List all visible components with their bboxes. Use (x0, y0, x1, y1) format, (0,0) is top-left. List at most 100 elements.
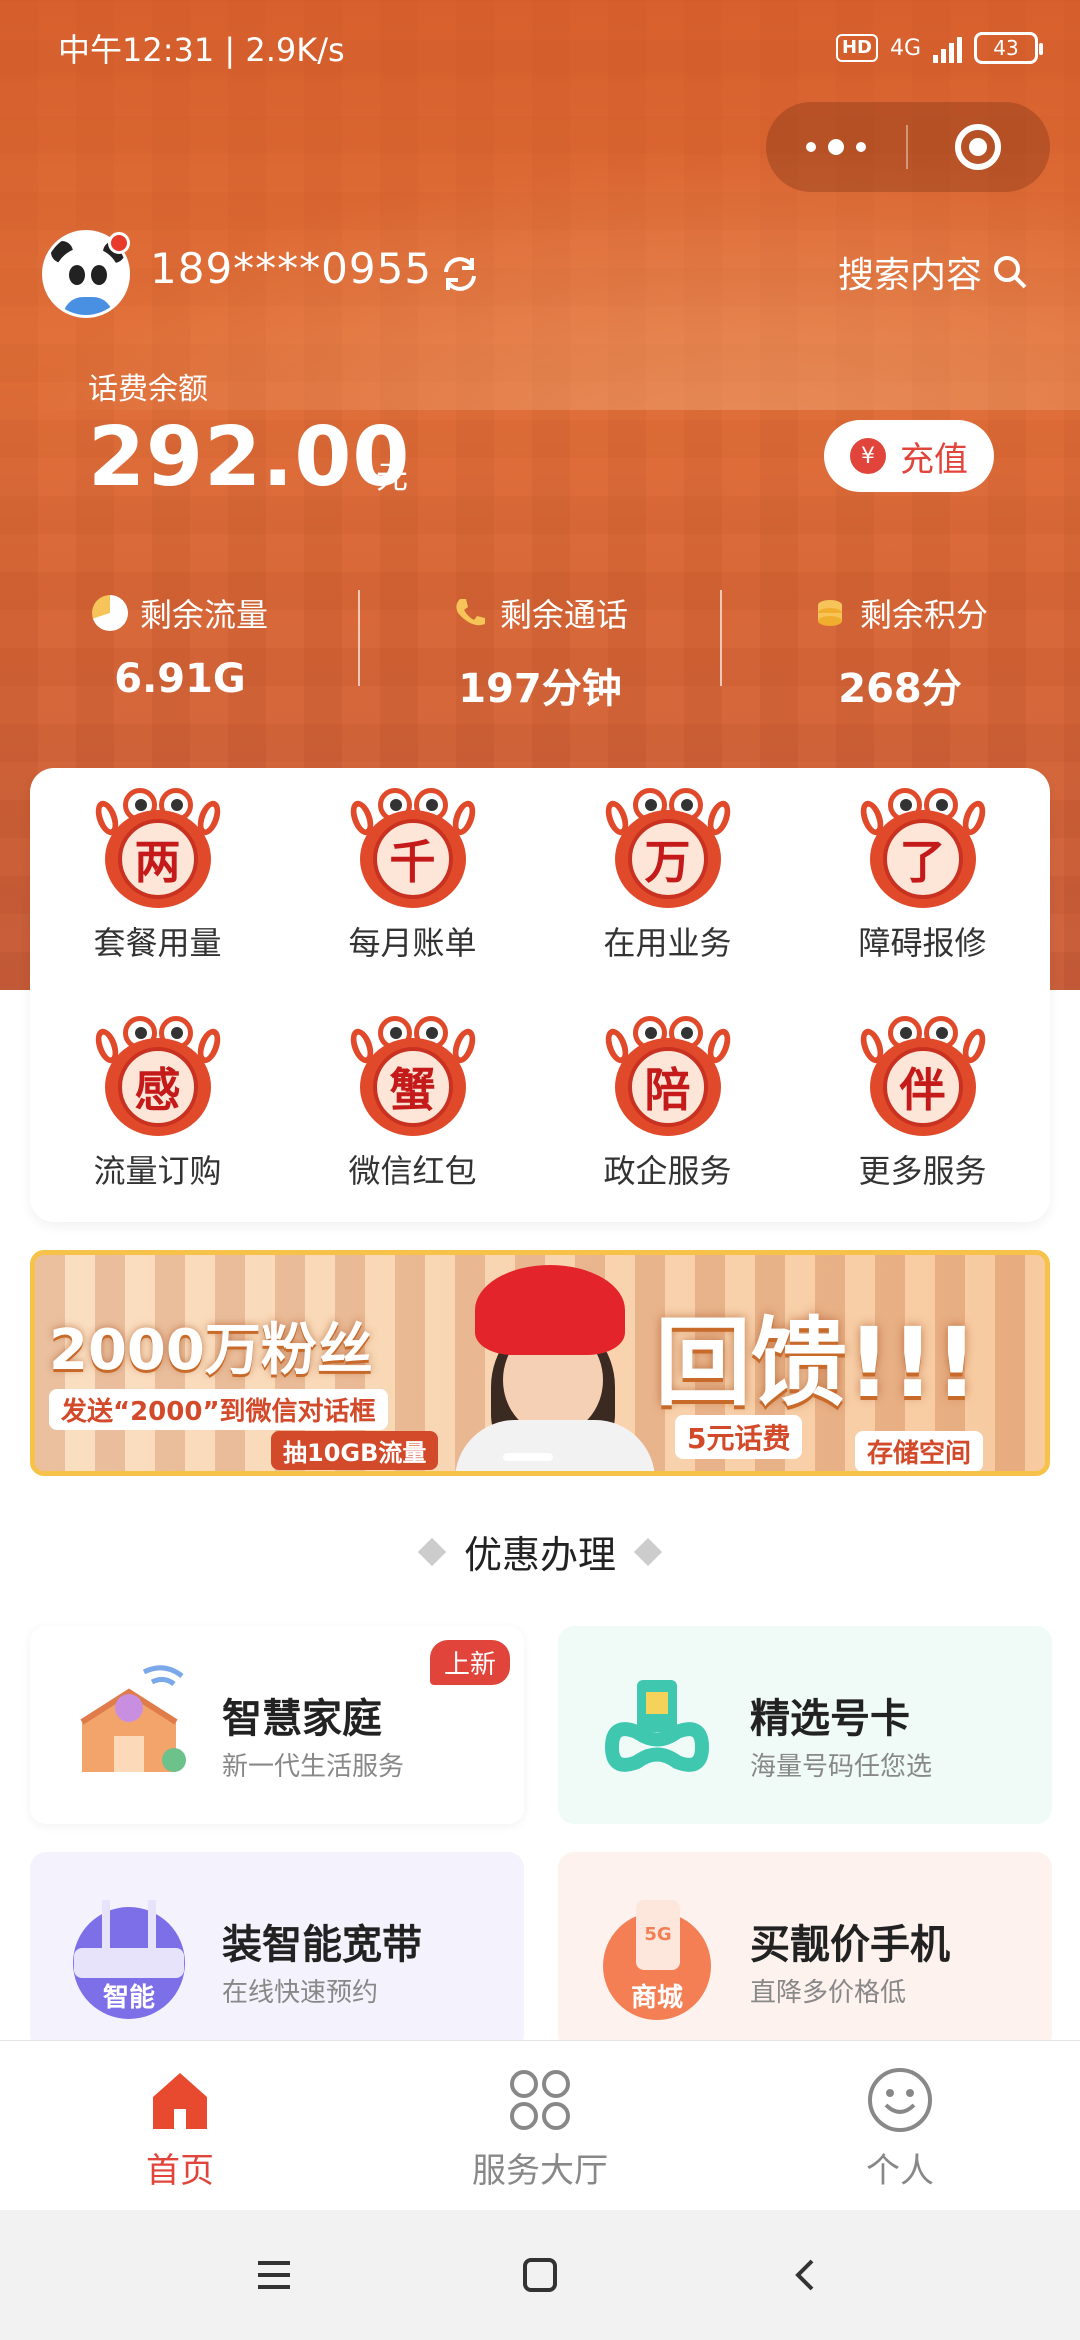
crab-character: 两 (117, 819, 198, 899)
crab-icon: 蟹 (345, 1016, 480, 1136)
coins-icon (817, 600, 842, 626)
balance-amount: 292.00 (88, 410, 411, 505)
router-icon: 智能 (73, 1900, 185, 2019)
search-button[interactable]: 搜索内容 (838, 246, 1028, 298)
promo-title: 装智能宽带 (222, 1922, 422, 1968)
service-label: 在用业务 (603, 924, 732, 962)
bottom-nav: 首页 服务大厅 个人 (0, 2040, 1080, 2210)
service-label: 政企服务 (603, 1152, 732, 1190)
diamond-icon (417, 1537, 447, 1566)
service-package-usage[interactable]: 两套餐用量 (30, 768, 285, 988)
back-icon[interactable] (788, 2257, 824, 2293)
banner-headline-left: 2000万粉丝 (49, 1318, 373, 1383)
more-menu-icon[interactable] (766, 139, 906, 155)
service-label: 障碍报修 (858, 924, 987, 962)
diamond-icon (633, 1537, 663, 1566)
crab-icon: 伴 (855, 1016, 990, 1136)
promo-title: 精选号卡 (750, 1696, 910, 1742)
nav-label: 服务大厅 (472, 2151, 608, 2191)
sim-card-icon (604, 1680, 710, 1772)
stat-label: 剩余通话 (499, 596, 628, 634)
promo-title: 买靓价手机 (750, 1922, 950, 1968)
panda-eye (91, 265, 107, 285)
svg-text:商城: 商城 (631, 1982, 683, 2013)
search-label: 搜索内容 (838, 255, 983, 296)
battery-level: 43 (993, 36, 1019, 60)
crab-character: 蟹 (372, 1047, 453, 1127)
hd-icon: HD (835, 34, 878, 62)
recharge-label: 充值 (900, 439, 968, 480)
service-wechat-redpacket[interactable]: 蟹微信红包 (285, 996, 540, 1216)
search-icon (994, 256, 1027, 289)
service-label: 套餐用量 (93, 924, 222, 962)
nav-label: 首页 (146, 2151, 214, 2191)
phone-icon (456, 599, 485, 626)
panda-face (55, 247, 119, 303)
recharge-button[interactable]: ¥ 充值 (824, 420, 994, 492)
crab-character: 万 (627, 819, 708, 899)
promo-phone[interactable]: 5G 商城 买靓价手机 直降多价格低 (558, 1852, 1052, 2050)
miniprogram-capsule (766, 102, 1050, 192)
status-bar: 中午12:31 | 2.9K/s HD 4G 43 (58, 26, 1043, 70)
promo-banner[interactable]: 2000万粉丝 回馈!!! 发送“2000”到微信对话框 抽10GB流量 5元话… (30, 1250, 1050, 1476)
crab-character: 千 (372, 819, 453, 899)
stat-label: 剩余流量 (139, 596, 268, 634)
services-grid: 两套餐用量 千每月账单 万在用业务 了障碍报修 感流量订购 蟹微信红包 陪政企服… (30, 768, 1050, 1222)
carousel-indicator (503, 1453, 553, 1461)
system-nav-bar (0, 2210, 1080, 2340)
service-more[interactable]: 伴更多服务 (795, 996, 1050, 1216)
service-data-order[interactable]: 感流量订购 (30, 996, 285, 1216)
pie-icon (91, 595, 128, 631)
nav-label: 个人 (866, 2151, 934, 2191)
grid-icon (510, 2070, 570, 2130)
tab-service-hall[interactable]: 服务大厅 (360, 2041, 720, 2210)
close-miniprogram-icon[interactable] (908, 124, 1048, 170)
network-label: 4G (889, 35, 921, 61)
crab-character: 感 (117, 1047, 198, 1127)
balance-label: 话费余额 (88, 372, 208, 407)
service-label: 更多服务 (858, 1152, 987, 1190)
crab-icon: 陪 (600, 1016, 735, 1136)
panda-body (63, 297, 113, 315)
promo-number-card[interactable]: 精选号卡 海量号码任您选 (558, 1626, 1052, 1824)
phone-mall-icon: 5G 商城 (603, 1900, 711, 2020)
promo-subtitle: 在线快速预约 (222, 1978, 379, 2008)
section-title: 优惠办理 (463, 1533, 616, 1577)
promo-title: 智慧家庭 (222, 1696, 382, 1742)
service-repair[interactable]: 了障碍报修 (795, 768, 1050, 988)
section-header: 优惠办理 (0, 1524, 1080, 1579)
banner-tag-storage: 存储空间 (855, 1431, 984, 1471)
stat-points[interactable]: 剩余积分 268分 (720, 590, 1080, 712)
tab-profile[interactable]: 个人 (720, 2041, 1080, 2210)
menu-icon[interactable] (256, 2259, 292, 2291)
usage-stats: 剩余流量 6.91G 剩余通话 197分钟 剩余积分 268分 (0, 590, 1080, 712)
tab-home[interactable]: 首页 (0, 2041, 360, 2210)
banner-tag-send: 发送“2000”到微信对话框 (49, 1389, 388, 1430)
signal-icon (933, 33, 962, 63)
crab-icon: 感 (90, 1016, 225, 1136)
stat-calls[interactable]: 剩余通话 197分钟 (360, 590, 720, 712)
notification-dot (108, 232, 130, 254)
yen-icon: ¥ (850, 438, 886, 474)
service-enterprise[interactable]: 陪政企服务 (540, 996, 795, 1216)
battery-icon: 43 (974, 32, 1043, 64)
switch-account-icon[interactable] (438, 252, 482, 296)
stat-data[interactable]: 剩余流量 6.91G (0, 590, 360, 702)
promo-broadband[interactable]: 智能 装智能宽带 在线快速预约 (30, 1852, 524, 2050)
stat-value: 197分钟 (458, 666, 622, 712)
crab-icon: 了 (855, 788, 990, 908)
service-label: 每月账单 (348, 924, 477, 962)
service-monthly-bill[interactable]: 千每月账单 (285, 768, 540, 988)
smart-home-icon (80, 1665, 186, 1772)
svg-text:5G: 5G (644, 1924, 671, 1945)
stat-label: 剩余积分 (859, 596, 988, 634)
home-square-icon[interactable] (522, 2257, 558, 2293)
banner-person-image (395, 1255, 725, 1471)
status-time: 中午12:31 | 2.9K/s (58, 31, 345, 69)
phone-number: 189****0955 (150, 244, 433, 293)
balance-unit: 元 (376, 458, 409, 496)
promo-smart-home[interactable]: 智慧家庭 新一代生活服务 上新 (30, 1626, 524, 1824)
service-label: 流量订购 (93, 1152, 222, 1190)
service-active-business[interactable]: 万在用业务 (540, 768, 795, 988)
crab-icon: 千 (345, 788, 480, 908)
